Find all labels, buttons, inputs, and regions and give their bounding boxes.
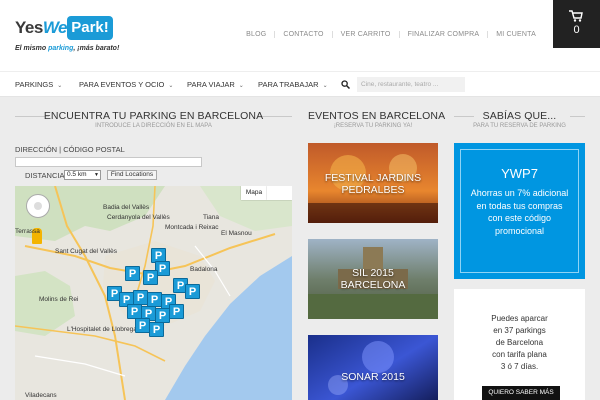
nav-item-viajar[interactable]: PARA VIAJAR ⌄ <box>187 80 244 89</box>
map-type-toggle[interactable] <box>267 186 292 200</box>
chevron-down-icon: ⌄ <box>57 83 63 89</box>
event-card-festival-jardins[interactable]: FESTIVAL JARDINS PEDRALBES <box>308 143 438 223</box>
nav-item-eventos-ocio[interactable]: PARA EVENTOS Y OCIO ⌄ <box>79 80 173 89</box>
logo-wordmark: YesWe <box>15 18 68 37</box>
parking-pin[interactable]: P <box>147 292 162 307</box>
chevron-down-icon: ▼ <box>94 172 99 178</box>
chevron-down-icon: ⌄ <box>322 83 328 89</box>
top-link-finalizar-compra[interactable]: FINALIZAR COMPRA <box>398 31 488 38</box>
parking-map[interactable]: Mapa Badia del Vallès Cerdanyola del Val… <box>15 186 292 400</box>
cart-button[interactable]: 0 <box>553 0 600 48</box>
parking-pin[interactable]: P <box>169 304 184 319</box>
parking-finder-title: ENCUENTRA TU PARKING EN BARCELONA <box>43 110 264 122</box>
parking-pin[interactable]: P <box>149 322 164 337</box>
map-label: Montcada i Reixac <box>165 224 219 231</box>
event-title: SONAR 2015 <box>341 371 405 383</box>
promo-card: YWP7 Ahorras un 7% adicional en todas tu… <box>454 143 585 279</box>
map-label: El Masnou <box>221 230 252 237</box>
map-label: Molins de Rei <box>39 296 79 303</box>
site-logo[interactable]: YesWe Park! El mismo parking, ¡más barat… <box>15 16 120 58</box>
parking-finder-heading: ENCUENTRA TU PARKING EN BARCELONA INTROD… <box>15 110 292 129</box>
event-card-sonar-2015[interactable]: SONAR 2015 <box>308 335 438 400</box>
logo-tagline: El mismo parking, ¡más barato! <box>15 45 120 52</box>
address-label: DIRECCIÓN | CÓDIGO POSTAL <box>15 145 125 154</box>
map-label: Cerdanyola del Vallès <box>107 214 170 221</box>
info-card: Puedes aparcar en 37 parkings de Barcelo… <box>454 289 585 400</box>
nav-item-parkings[interactable]: PARKINGS ⌄ <box>15 80 62 89</box>
event-title: FESTIVAL JARDINS PEDRALBES <box>324 172 422 196</box>
chevron-down-icon: ⌄ <box>168 83 174 89</box>
promo-text: Ahorras un 7% adicional en todas tus com… <box>470 188 569 236</box>
parking-pin[interactable]: P <box>127 304 142 319</box>
quiero-saber-mas-button[interactable]: QUIERO SABER MÁS <box>482 386 560 400</box>
event-image <box>308 335 438 400</box>
top-link-mi-cuenta[interactable]: MI CUENTA <box>487 31 544 38</box>
distance-select[interactable]: 0.5 km ▼ <box>64 170 101 180</box>
sabias-subtitle: PARA TU RESERVA DE PARKING <box>473 123 566 129</box>
info-text: Puedes aparcar en 37 parkings de Barcelo… <box>491 314 548 371</box>
chevron-down-icon: ⌄ <box>238 83 244 89</box>
map-label: Viladecans <box>25 392 57 399</box>
event-card-sil-2015[interactable]: SIL 2015 BARCELONA <box>308 239 438 319</box>
map-label: Badalona <box>190 266 218 273</box>
parking-pin[interactable]: P <box>135 318 150 333</box>
main-nav: PARKINGS ⌄ PARA EVENTOS Y OCIO ⌄ PARA VIAJ… <box>0 71 600 97</box>
pan-control[interactable] <box>26 194 50 218</box>
top-links: BLOG CONTACTO VER CARRITO FINALIZAR COMP… <box>238 31 544 38</box>
parking-finder-subtitle: INTRODUCE LA DIRECCIÓN EN EL MAPA <box>95 123 212 129</box>
address-input[interactable] <box>15 157 202 167</box>
top-link-blog[interactable]: BLOG <box>238 31 274 38</box>
events-title: EVENTOS EN BARCELONA <box>308 110 446 122</box>
top-link-ver-carrito[interactable]: VER CARRITO <box>331 31 399 38</box>
sabias-heading: SABÍAS QUE... PARA TU RESERVA DE PARKING <box>454 110 585 129</box>
events-heading: EVENTOS EN BARCELONA ¡RESERVA TU PARKING… <box>308 110 446 129</box>
parking-pin[interactable]: P <box>155 308 170 323</box>
cart-count: 0 <box>573 24 580 36</box>
map-label: Tiana <box>203 214 220 221</box>
parking-pin[interactable]: P <box>185 284 200 299</box>
logo-park-box: Park! <box>67 16 113 40</box>
map-label: Sant Cugat del Vallès <box>55 248 118 255</box>
top-link-contacto[interactable]: CONTACTO <box>274 31 331 38</box>
events-subtitle: ¡RESERVA TU PARKING YA! <box>333 123 413 129</box>
cart-icon <box>569 10 583 22</box>
map-label: Terrassa <box>15 228 40 235</box>
parking-pin[interactable]: P <box>133 290 148 305</box>
site-header: YesWe Park! El mismo parking, ¡más barat… <box>0 0 600 70</box>
nav-item-trabajar[interactable]: PARA TRABAJAR ⌄ <box>258 80 328 89</box>
map-type-mapa[interactable]: Mapa <box>241 186 267 200</box>
distance-label: DISTANCIA <box>25 171 65 180</box>
parking-pin[interactable]: P <box>125 266 140 281</box>
promo-frame: YWP7 Ahorras un 7% adicional en todas tu… <box>460 149 579 273</box>
promo-code: YWP7 <box>501 166 538 181</box>
search-input[interactable] <box>357 77 465 92</box>
sabias-title: SABÍAS QUE... <box>482 110 557 122</box>
event-title: SIL 2015 BARCELONA <box>340 267 406 291</box>
map-label: Badia del Vallès <box>103 204 150 211</box>
search-icon[interactable] <box>341 80 350 89</box>
find-locations-button[interactable]: Find Locations <box>107 170 157 180</box>
map-label: L'Hospitalet de Llobregat <box>67 326 139 333</box>
parking-pin[interactable]: P <box>143 270 158 285</box>
